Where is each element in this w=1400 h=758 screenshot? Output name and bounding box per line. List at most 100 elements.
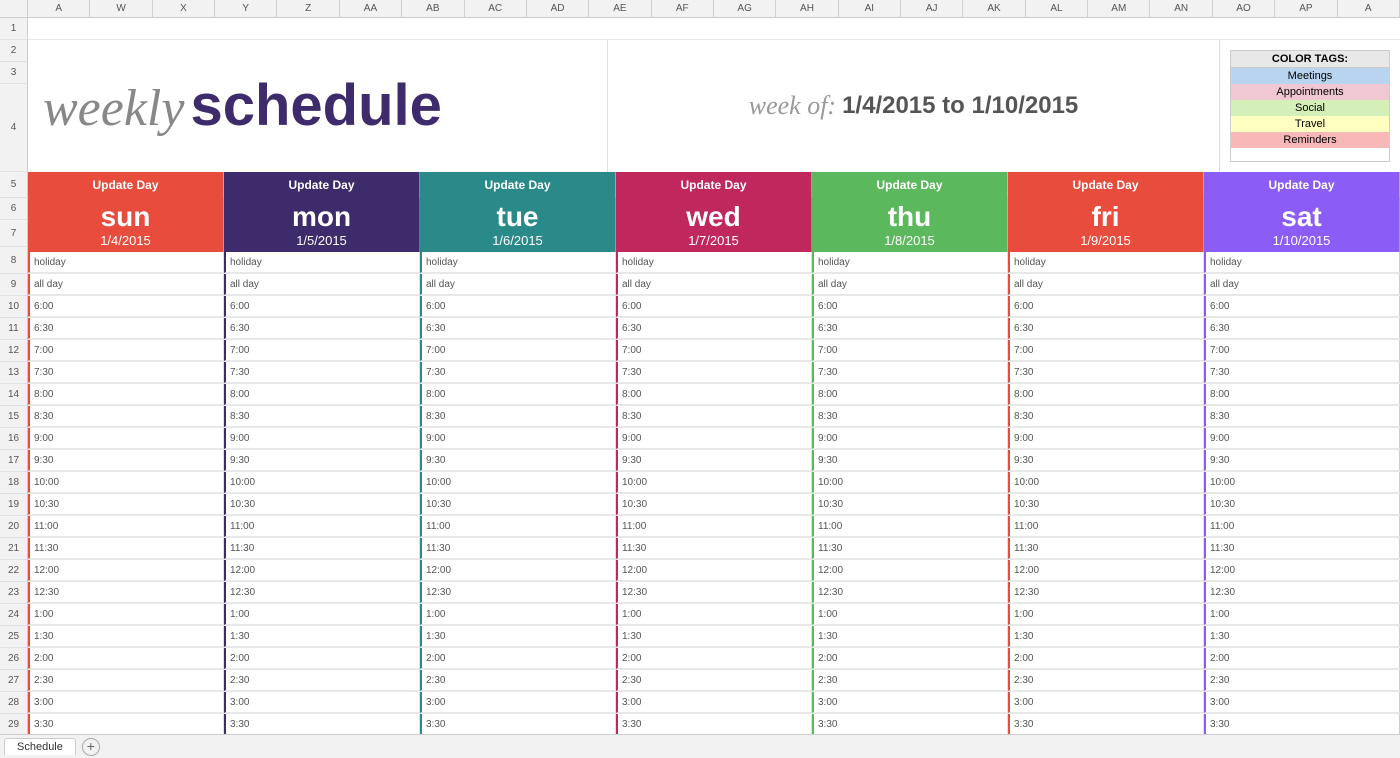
time-cell-wed-10-00[interactable]: 10:00	[616, 472, 812, 493]
time-cell-sat-1-30[interactable]: 1:30	[1204, 626, 1400, 647]
time-cell-wed-2-30[interactable]: 2:30	[616, 670, 812, 691]
time-cell-mon-all day[interactable]: all day	[224, 274, 420, 295]
time-cell-mon-12-00[interactable]: 12:00	[224, 560, 420, 581]
time-cell-thu-11-00[interactable]: 11:00	[812, 516, 1008, 537]
time-cell-fri-9-00[interactable]: 9:00	[1008, 428, 1204, 449]
time-cell-sun-3-00[interactable]: 3:00	[28, 692, 224, 713]
time-cell-sun-10-00[interactable]: 10:00	[28, 472, 224, 493]
time-cell-mon-holiday[interactable]: holiday	[224, 252, 420, 273]
time-cell-sun-12-30[interactable]: 12:30	[28, 582, 224, 603]
time-cell-sat-10-30[interactable]: 10:30	[1204, 494, 1400, 515]
time-cell-mon-3-30[interactable]: 3:30	[224, 714, 420, 734]
time-cell-sat-11-00[interactable]: 11:00	[1204, 516, 1400, 537]
time-cell-tue-9-30[interactable]: 9:30	[420, 450, 616, 471]
time-cell-tue-10-30[interactable]: 10:30	[420, 494, 616, 515]
time-cell-mon-9-00[interactable]: 9:00	[224, 428, 420, 449]
time-cell-sun-11-00[interactable]: 11:00	[28, 516, 224, 537]
time-cell-sat-7-00[interactable]: 7:00	[1204, 340, 1400, 361]
time-cell-fri-holiday[interactable]: holiday	[1008, 252, 1204, 273]
time-cell-fri-6-30[interactable]: 6:30	[1008, 318, 1204, 339]
sheet-tab[interactable]: Schedule	[4, 738, 76, 755]
time-cell-fri-11-30[interactable]: 11:30	[1008, 538, 1204, 559]
time-cell-fri-8-30[interactable]: 8:30	[1008, 406, 1204, 427]
time-cell-mon-12-30[interactable]: 12:30	[224, 582, 420, 603]
time-cell-fri-2-30[interactable]: 2:30	[1008, 670, 1204, 691]
time-cell-tue-3-00[interactable]: 3:00	[420, 692, 616, 713]
time-cell-thu-7-30[interactable]: 7:30	[812, 362, 1008, 383]
time-cell-fri-7-30[interactable]: 7:30	[1008, 362, 1204, 383]
time-cell-mon-6-00[interactable]: 6:00	[224, 296, 420, 317]
time-cell-sat-10-00[interactable]: 10:00	[1204, 472, 1400, 493]
time-cell-thu-all day[interactable]: all day	[812, 274, 1008, 295]
time-cell-sat-2-30[interactable]: 2:30	[1204, 670, 1400, 691]
time-cell-wed-8-30[interactable]: 8:30	[616, 406, 812, 427]
time-cell-thu-holiday[interactable]: holiday	[812, 252, 1008, 273]
time-cell-fri-1-00[interactable]: 1:00	[1008, 604, 1204, 625]
time-cell-wed-1-00[interactable]: 1:00	[616, 604, 812, 625]
time-cell-wed-8-00[interactable]: 8:00	[616, 384, 812, 405]
time-cell-mon-1-30[interactable]: 1:30	[224, 626, 420, 647]
time-cell-tue-6-00[interactable]: 6:00	[420, 296, 616, 317]
time-cell-mon-11-00[interactable]: 11:00	[224, 516, 420, 537]
time-cell-sun-holiday[interactable]: holiday	[28, 252, 224, 273]
time-cell-mon-9-30[interactable]: 9:30	[224, 450, 420, 471]
time-cell-thu-9-30[interactable]: 9:30	[812, 450, 1008, 471]
time-cell-sat-12-30[interactable]: 12:30	[1204, 582, 1400, 603]
time-cell-wed-6-30[interactable]: 6:30	[616, 318, 812, 339]
time-cell-wed-12-00[interactable]: 12:00	[616, 560, 812, 581]
time-cell-fri-12-00[interactable]: 12:00	[1008, 560, 1204, 581]
time-cell-tue-11-30[interactable]: 11:30	[420, 538, 616, 559]
time-cell-wed-10-30[interactable]: 10:30	[616, 494, 812, 515]
time-cell-wed-1-30[interactable]: 1:30	[616, 626, 812, 647]
time-cell-sun-9-30[interactable]: 9:30	[28, 450, 224, 471]
time-cell-fri-all day[interactable]: all day	[1008, 274, 1204, 295]
time-cell-mon-8-00[interactable]: 8:00	[224, 384, 420, 405]
time-cell-fri-12-30[interactable]: 12:30	[1008, 582, 1204, 603]
time-cell-sat-12-00[interactable]: 12:00	[1204, 560, 1400, 581]
time-cell-wed-9-00[interactable]: 9:00	[616, 428, 812, 449]
time-cell-tue-9-00[interactable]: 9:00	[420, 428, 616, 449]
time-cell-thu-1-00[interactable]: 1:00	[812, 604, 1008, 625]
time-cell-thu-11-30[interactable]: 11:30	[812, 538, 1008, 559]
time-cell-fri-10-30[interactable]: 10:30	[1008, 494, 1204, 515]
time-cell-mon-7-30[interactable]: 7:30	[224, 362, 420, 383]
time-cell-thu-2-00[interactable]: 2:00	[812, 648, 1008, 669]
time-cell-fri-11-00[interactable]: 11:00	[1008, 516, 1204, 537]
time-cell-wed-7-30[interactable]: 7:30	[616, 362, 812, 383]
time-cell-mon-2-30[interactable]: 2:30	[224, 670, 420, 691]
time-cell-sat-all day[interactable]: all day	[1204, 274, 1400, 295]
time-cell-thu-7-00[interactable]: 7:00	[812, 340, 1008, 361]
time-cell-sat-6-30[interactable]: 6:30	[1204, 318, 1400, 339]
time-cell-sat-holiday[interactable]: holiday	[1204, 252, 1400, 273]
time-cell-thu-10-00[interactable]: 10:00	[812, 472, 1008, 493]
time-cell-sun-3-30[interactable]: 3:30	[28, 714, 224, 734]
time-cell-mon-3-00[interactable]: 3:00	[224, 692, 420, 713]
time-cell-fri-6-00[interactable]: 6:00	[1008, 296, 1204, 317]
time-cell-sun-6-30[interactable]: 6:30	[28, 318, 224, 339]
time-cell-sun-2-30[interactable]: 2:30	[28, 670, 224, 691]
time-cell-fri-1-30[interactable]: 1:30	[1008, 626, 1204, 647]
time-cell-tue-3-30[interactable]: 3:30	[420, 714, 616, 734]
time-cell-tue-11-00[interactable]: 11:00	[420, 516, 616, 537]
time-cell-fri-9-30[interactable]: 9:30	[1008, 450, 1204, 471]
time-cell-sat-11-30[interactable]: 11:30	[1204, 538, 1400, 559]
time-cell-sun-7-30[interactable]: 7:30	[28, 362, 224, 383]
time-cell-tue-12-30[interactable]: 12:30	[420, 582, 616, 603]
update-day-tue[interactable]: Update Day	[420, 172, 616, 198]
time-cell-fri-3-30[interactable]: 3:30	[1008, 714, 1204, 734]
time-cell-thu-9-00[interactable]: 9:00	[812, 428, 1008, 449]
update-day-wed[interactable]: Update Day	[616, 172, 812, 198]
time-cell-wed-all day[interactable]: all day	[616, 274, 812, 295]
time-cell-fri-2-00[interactable]: 2:00	[1008, 648, 1204, 669]
time-cell-mon-2-00[interactable]: 2:00	[224, 648, 420, 669]
time-cell-wed-6-00[interactable]: 6:00	[616, 296, 812, 317]
time-cell-tue-10-00[interactable]: 10:00	[420, 472, 616, 493]
time-cell-tue-1-00[interactable]: 1:00	[420, 604, 616, 625]
time-cell-fri-8-00[interactable]: 8:00	[1008, 384, 1204, 405]
time-cell-tue-12-00[interactable]: 12:00	[420, 560, 616, 581]
time-cell-wed-holiday[interactable]: holiday	[616, 252, 812, 273]
time-cell-tue-8-00[interactable]: 8:00	[420, 384, 616, 405]
time-cell-thu-10-30[interactable]: 10:30	[812, 494, 1008, 515]
time-cell-sat-1-00[interactable]: 1:00	[1204, 604, 1400, 625]
time-cell-wed-7-00[interactable]: 7:00	[616, 340, 812, 361]
